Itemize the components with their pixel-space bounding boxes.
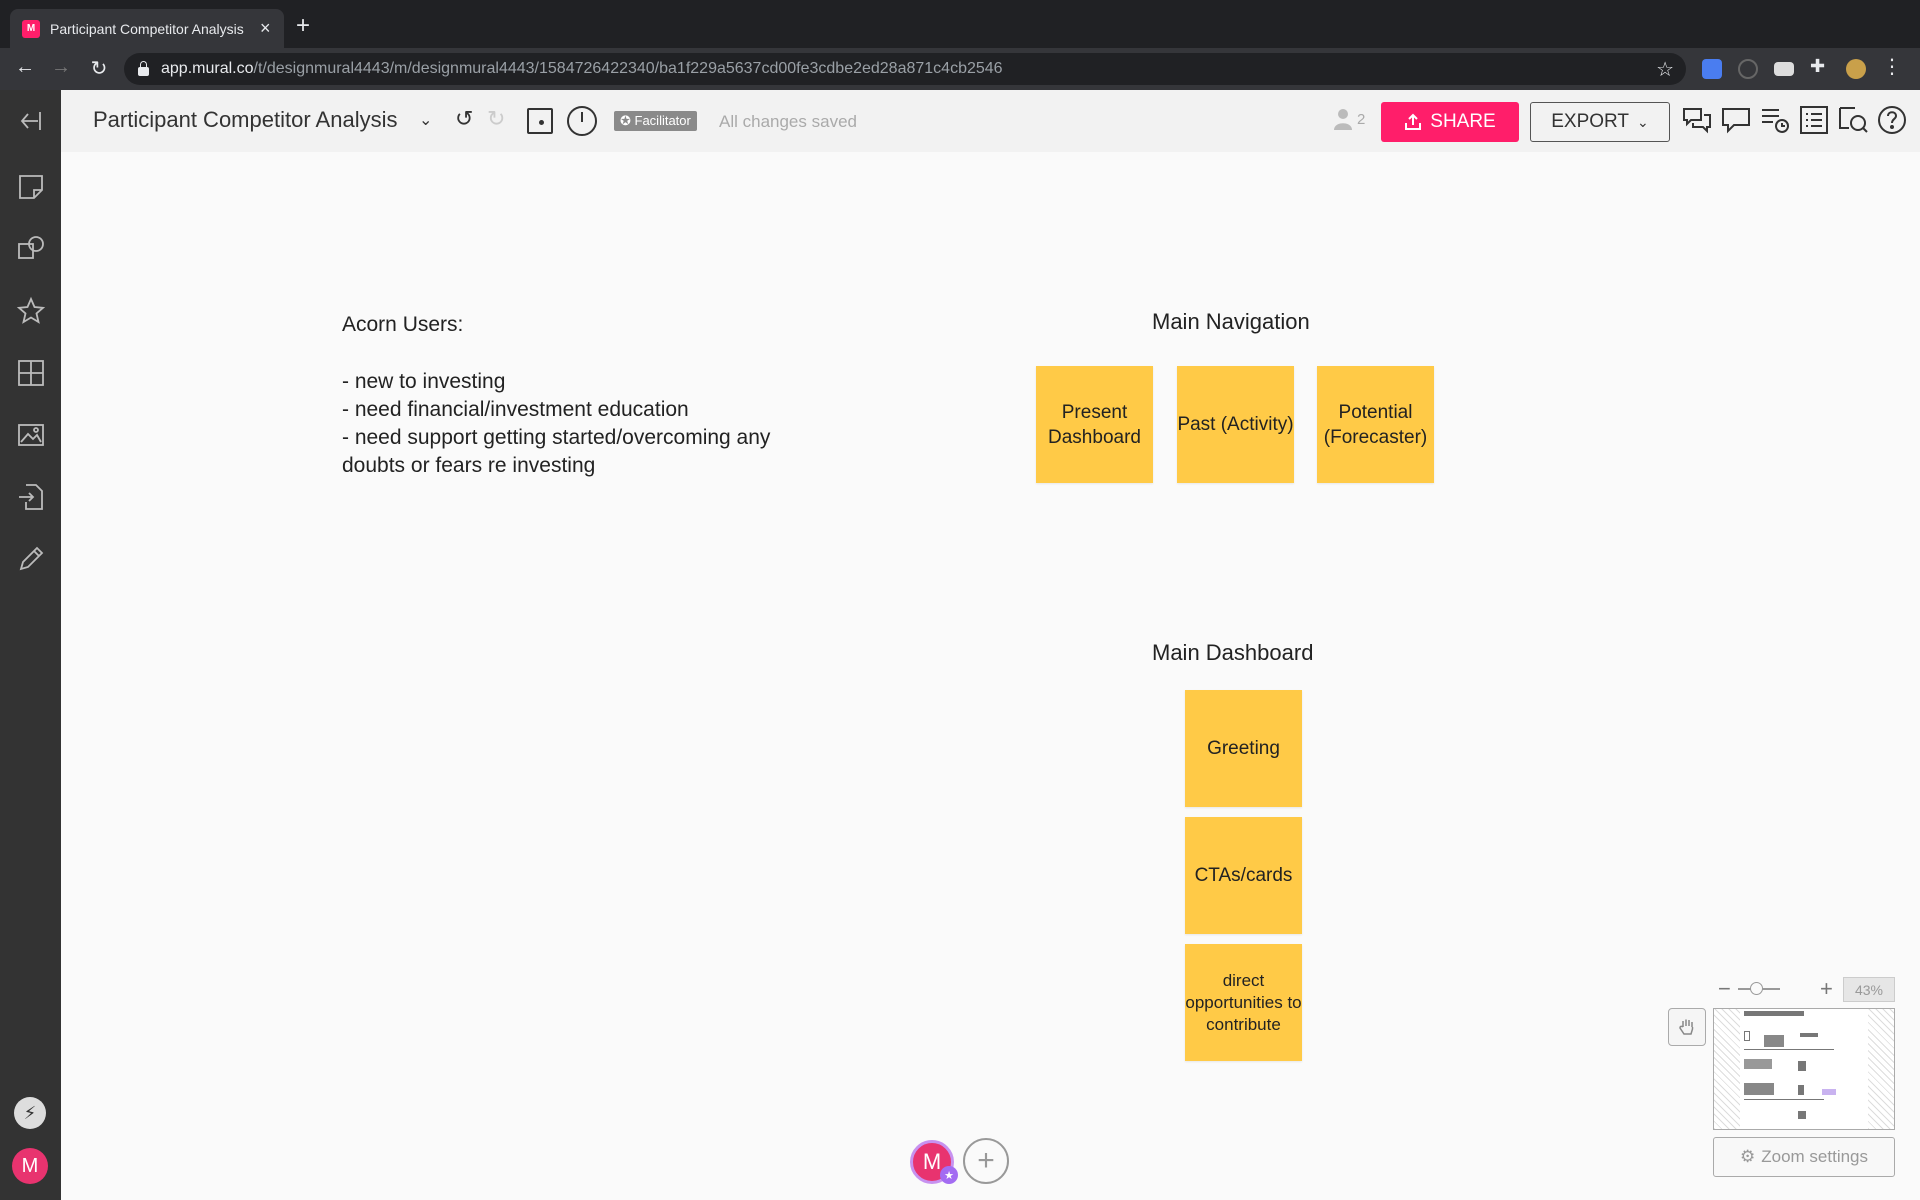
users-text-line: - new to investing (342, 370, 506, 393)
bookmark-star-icon[interactable]: ☆ (1656, 57, 1674, 82)
import-file-icon[interactable] (16, 482, 46, 512)
forward-icon[interactable]: → (48, 56, 74, 79)
share-upload-icon (1405, 113, 1422, 130)
undo-icon[interactable]: ↺ (455, 106, 473, 132)
lightning-icon[interactable]: ⚡ (14, 1097, 46, 1129)
minimap-content (1822, 1089, 1836, 1095)
minimap-content (1744, 1083, 1774, 1095)
favorites-star-icon[interactable] (16, 296, 46, 326)
minimap-content (1744, 1059, 1772, 1069)
save-status: All changes saved (719, 112, 857, 131)
mural-title[interactable]: Participant Competitor Analysis (93, 107, 397, 133)
pencil-draw-icon[interactable] (16, 544, 46, 574)
sticky-greeting[interactable]: Greeting (1185, 690, 1302, 807)
facilitator-star-icon: ★ (940, 1166, 958, 1184)
zoom-settings-label: Zoom settings (1761, 1147, 1868, 1166)
puzzle-extension-icon[interactable]: ✚ (1810, 56, 1830, 76)
minimap-content (1798, 1085, 1804, 1095)
sticky-past-activity[interactable]: Past (Activity) (1177, 366, 1294, 483)
frameworks-grid-icon[interactable] (16, 358, 46, 388)
sticky-present-dashboard[interactable]: Present Dashboard (1036, 366, 1153, 483)
gear-icon: ⚙ (1739, 1147, 1756, 1166)
participants-count: 2 (1357, 111, 1366, 128)
user-avatar[interactable]: M (12, 1148, 48, 1184)
share-label: SHARE (1430, 111, 1496, 132)
mural-canvas[interactable]: Acorn Users: - new to investing - need f… (61, 152, 1920, 1200)
zoom-out-button[interactable]: − (1718, 976, 1731, 1002)
zoom-level[interactable]: 43% (1843, 977, 1895, 1002)
sticky-note-icon[interactable] (16, 172, 46, 202)
users-text-line: doubts or fears re investing (342, 454, 596, 477)
main-navigation-heading[interactable]: Main Navigation (1152, 309, 1310, 335)
search-icon[interactable] (1837, 104, 1869, 136)
outline-view-icon[interactable] (527, 108, 553, 134)
chevron-down-icon[interactable]: ⌄ (419, 110, 432, 130)
minimap-content (1744, 1031, 1750, 1041)
tab-title: Participant Competitor Analysis (50, 20, 244, 37)
minimap-content (1744, 1011, 1804, 1016)
exit-mural-icon[interactable] (16, 106, 46, 136)
sticky-direct-opportunities[interactable]: direct opportunities to contribute (1185, 944, 1302, 1061)
zoom-settings-button[interactable]: ⚙ Zoom settings (1713, 1137, 1895, 1177)
image-icon[interactable] (16, 420, 46, 450)
mural-favicon-icon: M (22, 19, 40, 38)
flag-extension-icon[interactable] (1774, 62, 1794, 76)
activity-icon[interactable] (1759, 104, 1791, 136)
minimap-content (1798, 1111, 1806, 1119)
profile-avatar-icon[interactable] (1846, 59, 1866, 79)
hand-pan-icon[interactable] (1668, 1008, 1706, 1046)
tab-close-button[interactable]: × (260, 18, 271, 39)
outline-list-icon[interactable] (1798, 104, 1830, 136)
users-text-line: - need financial/investment education (342, 398, 689, 421)
zoom-slider-handle[interactable] (1750, 982, 1763, 995)
share-button[interactable]: SHARE (1381, 102, 1519, 142)
url-host: app.mural.co (161, 60, 254, 77)
minimap-content (1744, 1099, 1824, 1100)
minimap-offscreen-right (1868, 1009, 1894, 1129)
new-tab-button[interactable]: + (296, 12, 310, 40)
users-text-line: - need support getting started/overcomin… (342, 426, 771, 449)
help-icon[interactable] (1876, 104, 1908, 136)
browser-tab-bar: M Participant Competitor Analysis × + (0, 0, 1920, 48)
url-path: /t/designmural4443/m/designmural4443/158… (253, 60, 1003, 77)
chat-icon[interactable] (1681, 104, 1713, 136)
minimap[interactable] (1713, 1008, 1895, 1130)
lock-icon (138, 60, 149, 76)
info-extension-icon[interactable] (1738, 59, 1758, 79)
export-button[interactable]: EXPORT ⌄ (1530, 102, 1670, 142)
back-icon[interactable]: ← (12, 56, 38, 79)
comment-icon[interactable] (1720, 104, 1752, 136)
sticky-potential-forecaster[interactable]: Potential (Forecaster) (1317, 366, 1434, 483)
add-collaborator-button[interactable]: + (963, 1138, 1009, 1184)
users-text-title: Acorn Users: (342, 313, 464, 336)
zoom-extension-icon[interactable] (1702, 59, 1722, 79)
acorn-users-text[interactable]: Acorn Users: - new to investing - need f… (342, 311, 770, 480)
browser-tab[interactable]: M Participant Competitor Analysis × (10, 9, 284, 48)
browser-address-bar: ← → ↻ app.mural.co/t/designmural4443/m/d… (0, 48, 1920, 90)
main-dashboard-heading[interactable]: Main Dashboard (1152, 640, 1313, 666)
redo-icon[interactable]: ↻ (487, 106, 505, 132)
left-toolbar: ⚡ M (0, 90, 61, 1200)
minimap-content (1764, 1035, 1784, 1047)
export-label: EXPORT (1551, 111, 1630, 132)
zoom-in-button[interactable]: + (1820, 976, 1833, 1002)
facilitator-badge[interactable]: ✪ Facilitator (614, 111, 697, 131)
chevron-down-icon: ⌄ (1637, 113, 1649, 130)
browser-menu-icon[interactable]: ⋮ (1882, 54, 1902, 78)
minimap-content (1798, 1061, 1806, 1071)
url-input[interactable]: app.mural.co/t/designmural4443/m/designm… (124, 53, 1686, 85)
participants-icon[interactable] (1333, 108, 1353, 130)
minimap-offscreen-left (1714, 1009, 1740, 1129)
reload-icon[interactable]: ↻ (86, 56, 112, 81)
mural-toolbar: Participant Competitor Analysis ⌄ ↺ ↻ ✪ … (61, 90, 1920, 152)
timer-icon[interactable] (567, 106, 597, 136)
minimap-content (1744, 1049, 1834, 1050)
minimap-content (1800, 1033, 1818, 1037)
shapes-icon[interactable] (16, 234, 46, 264)
sticky-ctas-cards[interactable]: CTAs/cards (1185, 817, 1302, 934)
